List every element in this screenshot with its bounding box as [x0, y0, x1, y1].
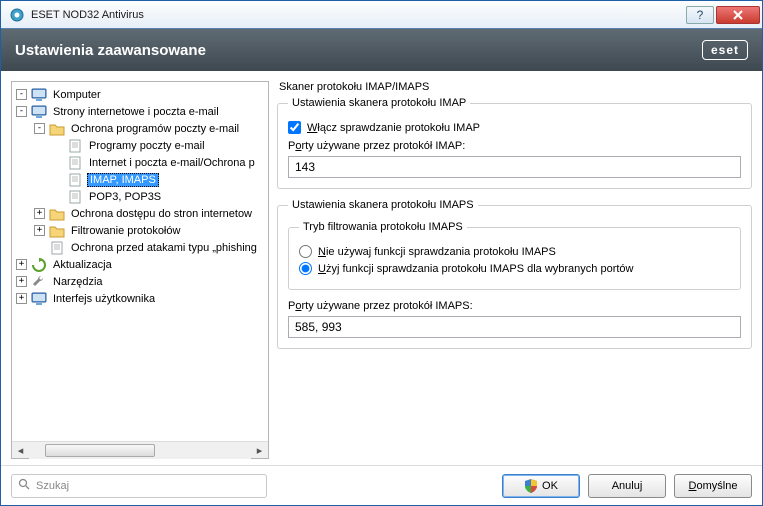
imaps-filter-group: Tryb filtrowania protokołu IMAPS Nie uży…	[288, 221, 741, 290]
expand-spacer	[52, 174, 63, 185]
expand-icon[interactable]: +	[16, 293, 27, 304]
collapse-icon[interactable]: -	[16, 89, 27, 100]
header: Ustawienia zaawansowane eset	[1, 29, 762, 71]
expand-icon[interactable]: +	[34, 208, 45, 219]
close-button[interactable]	[716, 6, 760, 24]
folder-icon	[49, 206, 65, 222]
search-input[interactable]: Szukaj	[11, 474, 267, 498]
expand-spacer	[52, 191, 63, 202]
tree-item-label: Strony internetowe i poczta e-mail	[51, 106, 221, 118]
uac-shield-icon	[524, 479, 538, 493]
imaps-ports-label: Porty używane przez protokół IMAPS:	[288, 300, 741, 312]
expand-icon[interactable]: +	[16, 276, 27, 287]
expand-spacer	[52, 140, 63, 151]
imap-ports-label: Porty używane przez protokół IMAP:	[288, 140, 741, 152]
tree-item[interactable]: + Aktualizacja	[12, 256, 268, 273]
tree-item[interactable]: + Narzędzia	[12, 273, 268, 290]
content-pane: Skaner protokołu IMAP/IMAPS Ustawienia s…	[277, 81, 752, 459]
imap-legend: Ustawienia skanera protokołu IMAP	[288, 97, 470, 109]
tree-item-label: Komputer	[51, 89, 103, 101]
imaps-filter-legend: Tryb filtrowania protokołu IMAPS	[299, 221, 467, 233]
imap-group: Ustawienia skanera protokołu IMAP Włącz …	[277, 97, 752, 189]
tree-item-label: POP3, POP3S	[87, 191, 163, 203]
imaps-selected-label[interactable]: Użyj funkcji sprawdzania protokołu IMAPS…	[318, 263, 633, 275]
tree-item[interactable]: Programy poczty e-mail	[12, 137, 268, 154]
tree-item[interactable]: IMAP, IMAPS	[12, 171, 268, 188]
folder-icon	[49, 223, 65, 239]
monitor-icon	[31, 291, 47, 307]
tree-item[interactable]: - Ochrona programów poczty e-mail	[12, 120, 268, 137]
tree-item[interactable]: - Komputer	[12, 86, 268, 103]
tree-item[interactable]: POP3, POP3S	[12, 188, 268, 205]
tree-item-label: Filtrowanie protokołów	[69, 225, 182, 237]
expand-icon[interactable]: +	[16, 259, 27, 270]
window-title: ESET NOD32 Antivirus	[31, 9, 686, 21]
tree-item[interactable]: + Filtrowanie protokołów	[12, 222, 268, 239]
ok-button[interactable]: OK	[502, 474, 580, 498]
tree-item-label: Ochrona programów poczty e-mail	[69, 123, 241, 135]
folder-icon	[49, 121, 65, 137]
tree-item[interactable]: Ochrona przed atakami typu „phishing	[12, 239, 268, 256]
imaps-ports-input[interactable]	[288, 316, 741, 338]
expand-icon[interactable]: +	[34, 225, 45, 236]
eset-logo: eset	[702, 40, 748, 60]
tree-item-label: Programy poczty e-mail	[87, 140, 207, 152]
tools-icon	[31, 274, 47, 290]
search-icon	[18, 478, 30, 493]
imaps-none-radio[interactable]	[299, 245, 312, 258]
tree-item-label: Ochrona przed atakami typu „phishing	[69, 242, 259, 254]
tree-item-label: IMAP, IMAPS	[87, 173, 159, 187]
page-icon	[67, 172, 83, 188]
collapse-icon[interactable]: -	[16, 106, 27, 117]
page-icon	[67, 189, 83, 205]
imaps-legend: Ustawienia skanera protokołu IMAPS	[288, 199, 478, 211]
nav-tree[interactable]: -Komputer-Strony internetowe i poczta e-…	[11, 81, 269, 459]
search-placeholder: Szukaj	[36, 480, 69, 492]
tree-hscrollbar[interactable]: ◂ ▸	[12, 441, 268, 458]
tree-item-label: Narzędzia	[51, 276, 105, 288]
footer: Szukaj OK Anuluj Domyślne	[1, 465, 762, 505]
monitor-icon	[31, 104, 47, 120]
update-icon	[31, 257, 47, 273]
imaps-none-label[interactable]: Nie używaj funkcji sprawdzania protokołu…	[318, 246, 556, 258]
expand-spacer	[52, 157, 63, 168]
tree-item[interactable]: - Strony internetowe i poczta e-mail	[12, 103, 268, 120]
tree-item[interactable]: Internet i poczta e-mail/Ochrona p	[12, 154, 268, 171]
imap-enable-checkbox[interactable]	[288, 121, 301, 134]
page-title: Ustawienia zaawansowane	[15, 42, 206, 59]
collapse-icon[interactable]: -	[34, 123, 45, 134]
section-title: Skaner protokołu IMAP/IMAPS	[279, 81, 752, 93]
page-icon	[67, 155, 83, 171]
help-button[interactable]: ?	[686, 6, 714, 24]
tree-item-label: Ochrona dostępu do stron internetow	[69, 208, 254, 220]
tree-item-label: Interfejs użytkownika	[51, 293, 157, 305]
tree-item-label: Aktualizacja	[51, 259, 114, 271]
app-icon	[9, 7, 25, 23]
cancel-button[interactable]: Anuluj	[588, 474, 666, 498]
tree-item-label: Internet i poczta e-mail/Ochrona p	[87, 157, 257, 169]
default-button[interactable]: Domyślne	[674, 474, 752, 498]
tree-item[interactable]: + Ochrona dostępu do stron internetow	[12, 205, 268, 222]
imaps-group: Ustawienia skanera protokołu IMAPS Tryb …	[277, 199, 752, 349]
monitor-icon	[31, 87, 47, 103]
imap-ports-input[interactable]	[288, 156, 741, 178]
page-icon	[49, 240, 65, 256]
window: ESET NOD32 Antivirus ? Ustawienia zaawan…	[0, 0, 763, 506]
imaps-selected-radio[interactable]	[299, 262, 312, 275]
expand-spacer	[34, 242, 45, 253]
page-icon	[67, 138, 83, 154]
tree-item[interactable]: + Interfejs użytkownika	[12, 290, 268, 307]
titlebar: ESET NOD32 Antivirus ?	[1, 1, 762, 29]
imap-enable-label[interactable]: Włącz sprawdzanie protokołu IMAP	[307, 122, 480, 134]
